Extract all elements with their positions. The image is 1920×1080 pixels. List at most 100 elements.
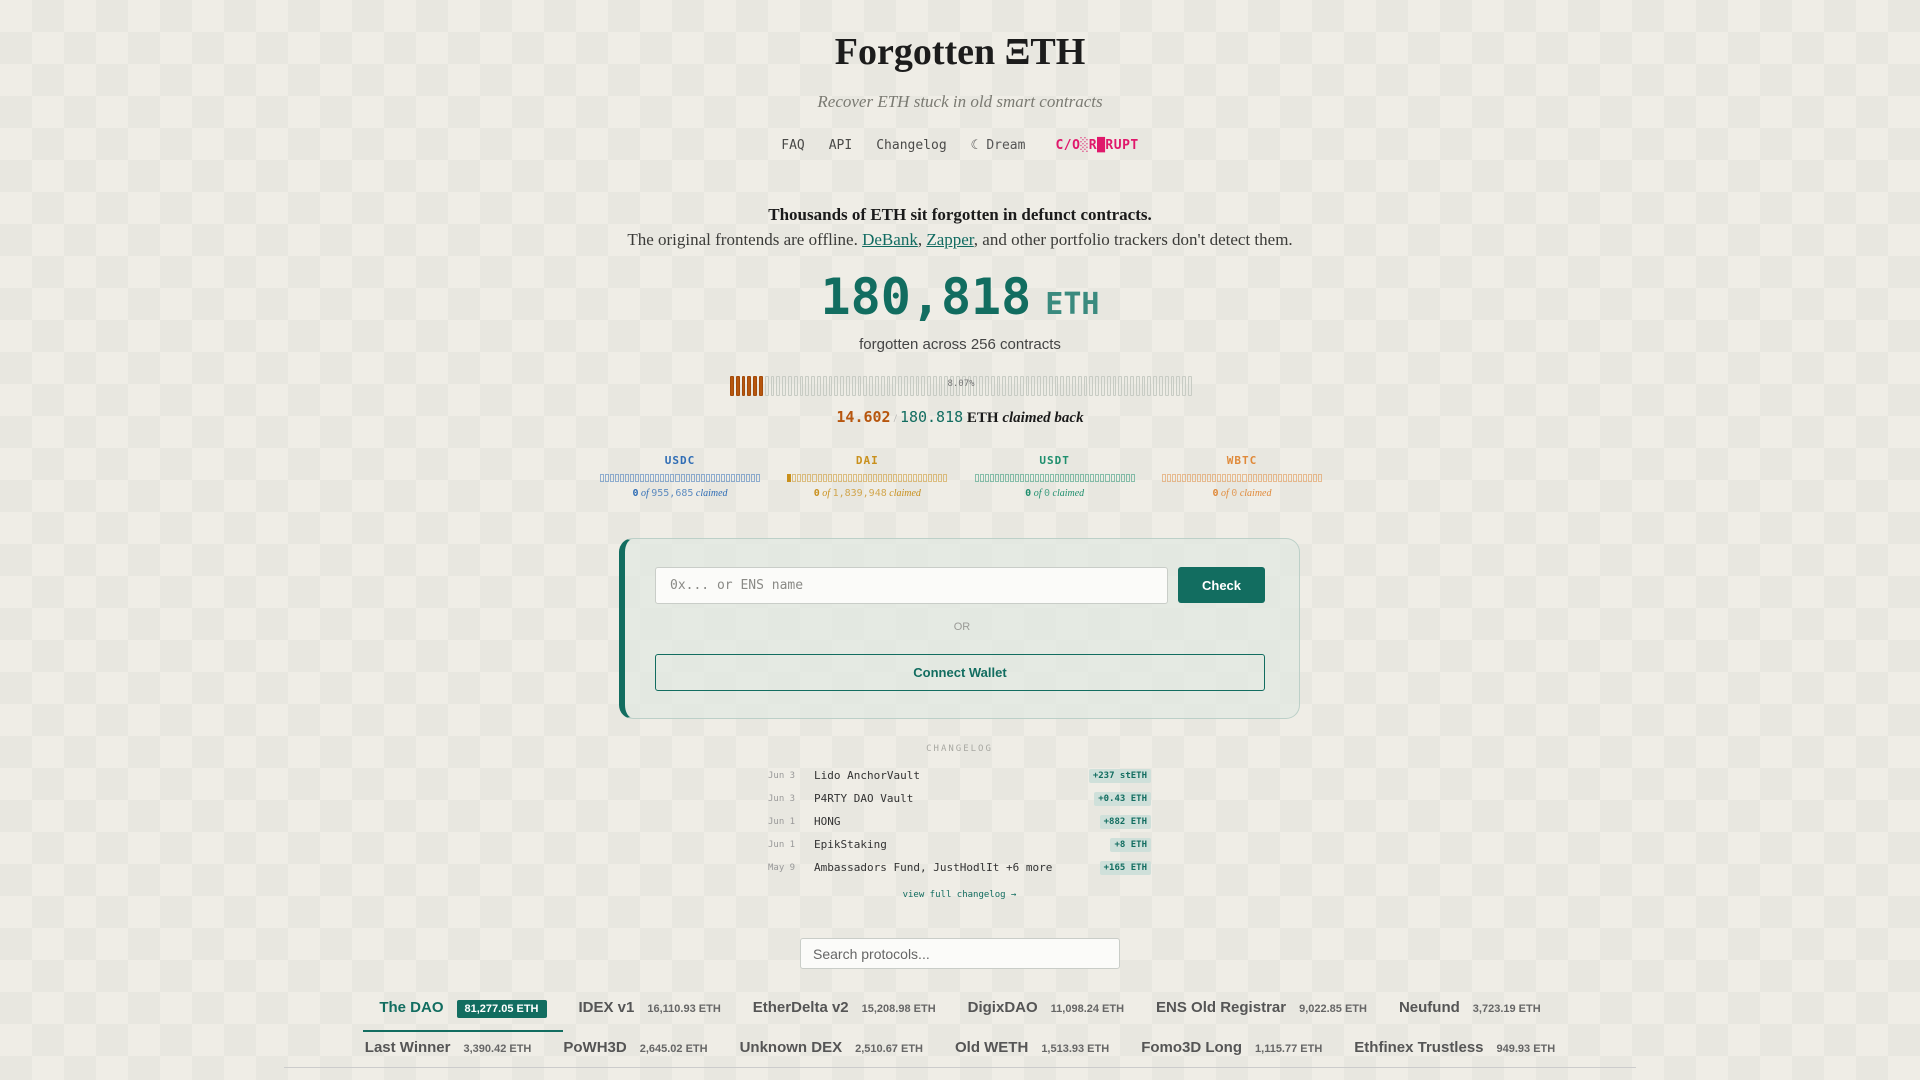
token-bar-segment	[1024, 474, 1029, 482]
progress-segment	[1124, 376, 1128, 396]
token-suffix: claimed	[1052, 488, 1085, 499]
token-bar-segment	[862, 474, 867, 482]
progress-segment	[805, 376, 810, 396]
protocol-tab-digixdao[interactable]: DigixDAO 11,098.24 ETH	[952, 996, 1140, 1032]
protocol-search-input[interactable]	[800, 938, 1120, 969]
progress-segment	[840, 376, 844, 396]
progress-segment	[892, 376, 897, 396]
claimed-total: 180.818	[899, 408, 964, 426]
progress-segment	[1054, 376, 1059, 396]
connect-wallet-button[interactable]: Connect Wallet	[655, 654, 1265, 691]
progress-segment	[811, 376, 815, 396]
total-caption: forgotten across 256 contracts	[859, 336, 1061, 353]
protocol-tab-idex-v1[interactable]: IDEX v1 16,110.93 ETH	[563, 996, 737, 1032]
token-bar-segment	[1040, 474, 1045, 482]
progress-segment	[1025, 376, 1030, 396]
progress-segment	[730, 376, 734, 396]
protocol-tab-ens-old-registrar[interactable]: ENS Old Registrar 9,022.85 ETH	[1140, 996, 1383, 1032]
changelog-row: May 9 Ambassadors Fund, JustHodlIt +6 mo…	[768, 856, 1151, 879]
progress-segment	[944, 376, 949, 396]
protocol-name: ENS Old Registrar	[1156, 999, 1287, 1016]
token-bar-segment	[1004, 474, 1009, 482]
progress-segment	[967, 376, 972, 396]
changelog-date: Jun 1	[768, 839, 796, 850]
protocol-tab-fomo3d-long[interactable]: Fomo3D Long 1,115.77 ETH	[1125, 1036, 1338, 1068]
protocol-tab-ethfinex-trustless[interactable]: Ethfinex Trustless 949.93 ETH	[1338, 1036, 1571, 1068]
token-bar-segment	[913, 474, 918, 482]
token-bar-segment	[1242, 474, 1247, 482]
token-bar-segment	[928, 474, 933, 482]
top-nav: FAQ API Changelog ☾ Dream C/O░R█RUPT	[0, 138, 1920, 153]
progress-segment	[822, 376, 827, 396]
protocol-tab-the-dao[interactable]: The DAO 81,277.05 ETH	[363, 996, 563, 1032]
progress-segment	[816, 376, 821, 396]
debank-link[interactable]: DeBank	[862, 230, 918, 249]
address-input[interactable]	[655, 567, 1168, 604]
token-bar-segment	[615, 474, 620, 482]
token-claim-text: 0 of 0 claimed	[973, 488, 1137, 499]
nav-changelog[interactable]: Changelog	[876, 138, 946, 153]
token-bar-segment	[1014, 474, 1019, 482]
protocol-tab-neufund[interactable]: Neufund 3,723.19 ETH	[1383, 996, 1557, 1032]
progress-segment	[758, 376, 763, 396]
protocol-name: Old WETH	[954, 1039, 1029, 1056]
token-bar-segment	[1060, 474, 1065, 482]
token-bar-segment	[1045, 474, 1050, 482]
changelog-badge: +0.43 ETH	[1094, 791, 1151, 806]
token-bar-segment	[812, 474, 817, 482]
token-bar-segment	[700, 474, 705, 482]
protocol-tab-etherdelta-v2[interactable]: EtherDelta v2 15,208.98 ETH	[737, 996, 952, 1032]
protocol-name: The DAO	[379, 999, 444, 1016]
token-bar-segment	[1247, 474, 1252, 482]
zapper-link[interactable]: Zapper	[926, 230, 973, 249]
token-bar-segment	[1085, 474, 1090, 482]
token-bar-segment	[1120, 474, 1125, 482]
progress-segment	[1129, 376, 1134, 396]
protocol-name: Last Winner	[364, 1039, 451, 1056]
protocol-value: 11,098.24 ETH	[1050, 1003, 1125, 1015]
progress-segment	[1083, 376, 1088, 396]
progress-segment	[1048, 376, 1053, 396]
token-bar-segment	[918, 474, 923, 482]
token-claimed: 0	[632, 488, 639, 499]
token-bar-segment	[1192, 474, 1197, 482]
view-full-changelog-link[interactable]: view full changelog →	[768, 890, 1151, 900]
progress-segment	[1043, 376, 1047, 396]
token-bar-segment	[1172, 474, 1177, 482]
token-bar-segment	[1035, 474, 1040, 482]
token-bar-segment	[887, 474, 892, 482]
token-bar-segment	[710, 474, 715, 482]
token-bar-segment	[1125, 474, 1130, 482]
token-bar-segment	[923, 474, 928, 482]
progress-segment	[1019, 376, 1024, 396]
progress-segment	[753, 376, 757, 396]
total-unit: ETH	[1045, 287, 1100, 322]
progress-segment	[1170, 376, 1175, 396]
nav-faq[interactable]: FAQ	[781, 138, 804, 153]
token-bar-segment	[852, 474, 857, 482]
token-bar-segment	[943, 474, 948, 482]
nav-api[interactable]: API	[829, 138, 852, 153]
token-of: of	[1221, 488, 1229, 499]
progress-segment	[921, 376, 926, 396]
protocol-name: IDEX v1	[578, 999, 635, 1016]
token-total: 1,839,948	[832, 488, 887, 499]
protocol-name: EtherDelta v2	[752, 999, 849, 1016]
token-bar-segment	[1177, 474, 1182, 482]
token-bar	[974, 474, 1135, 482]
protocol-tab-old-weth[interactable]: Old WETH 1,513.93 ETH	[939, 1036, 1125, 1068]
token-bar-segment	[630, 474, 635, 482]
protocol-tab-powh3d[interactable]: PoWH3D 2,645.02 ETH	[547, 1036, 723, 1068]
dream-mode-toggle[interactable]: ☾ Dream	[971, 138, 1026, 153]
corrupt-mode-toggle[interactable]: C/O░R█RUPT	[1055, 138, 1138, 153]
token-bar-segment	[892, 474, 898, 482]
protocol-tab-unknown-dex[interactable]: Unknown DEX 2,510.67 ETH	[724, 1036, 939, 1068]
protocol-value: 16,110.93 ETH	[647, 1003, 721, 1015]
progress-segment	[863, 376, 868, 396]
protocol-tab-last-winner[interactable]: Last Winner 3,390.42 ETH	[349, 1036, 548, 1068]
token-bar-segment	[999, 474, 1004, 482]
changelog-date: Jun 3	[768, 770, 796, 781]
protocol-name: PoWH3D	[563, 1039, 627, 1056]
token-name: USDC	[664, 454, 696, 467]
check-button[interactable]: Check	[1178, 567, 1265, 603]
